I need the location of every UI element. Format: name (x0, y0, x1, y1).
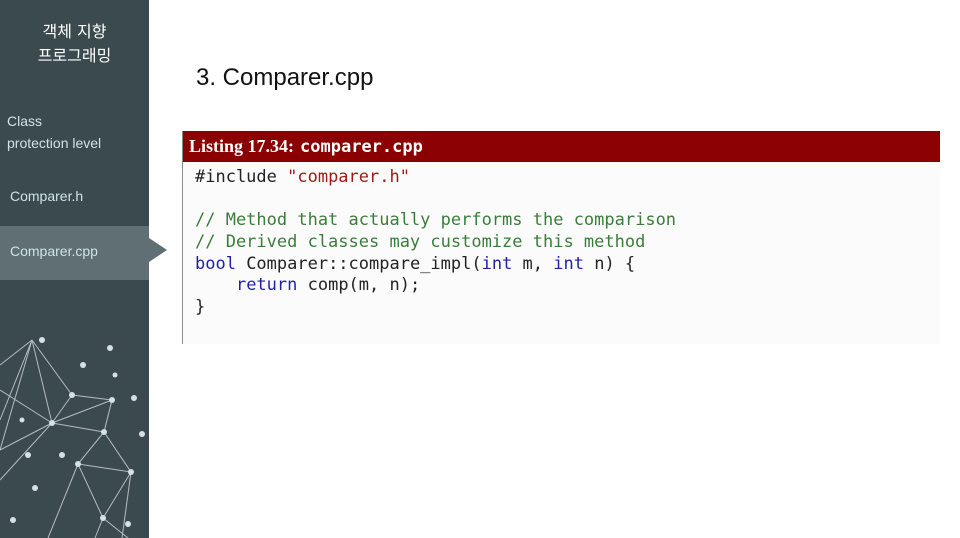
code-block: #include "comparer.h" // Method that act… (183, 162, 940, 344)
code-keyword: int (481, 253, 513, 274)
code-listing: Listing 17.34: comparer.cpp #include "co… (182, 131, 940, 344)
listing-filename: comparer.cpp (300, 136, 423, 157)
sidebar-item-class-protection-level[interactable]: Class protection level (0, 110, 149, 154)
code-token: n) { (583, 253, 636, 274)
code-line: } (195, 297, 206, 318)
code-line: return comp(m, n); (195, 275, 940, 297)
code-keyword: int (553, 253, 584, 274)
code-token: #include (195, 167, 288, 187)
code-keyword: return (235, 275, 298, 296)
code-token: Comparer::compare_impl( (235, 253, 482, 274)
code-string: "comparer.h" (287, 167, 410, 187)
sidebar: 객체 지향 프로그래밍 Class protection level Compa… (0, 0, 149, 538)
slide-title: 3. Comparer.cpp (196, 64, 374, 91)
code-line: #include "comparer.h" (195, 167, 940, 189)
network-decoration-graphic (0, 337, 145, 538)
code-comment: // Method that actually performs the com… (195, 210, 677, 231)
sidebar-item-label: Comparer.h (10, 188, 84, 204)
sidebar-item-comparer-h[interactable]: Comparer.h (0, 185, 149, 207)
sidebar-item-label: Comparer.cpp (10, 243, 98, 259)
code-keyword: bool (195, 253, 236, 274)
sidebar-item-label: Class (7, 113, 43, 129)
sidebar-item-comparer-cpp[interactable]: Comparer.cpp (0, 226, 149, 280)
code-token: comp(m, n); (297, 275, 421, 296)
code-line: bool Comparer::compare_impl(int m, int n… (195, 254, 940, 276)
listing-label: Listing 17.34: (189, 136, 295, 156)
course-title-line-2: 프로그래밍 (37, 46, 112, 65)
code-token: m, (512, 253, 554, 274)
active-item-arrow-icon (149, 238, 167, 262)
course-title: 객체 지향 프로그래밍 (0, 20, 149, 68)
course-title-line-1: 객체 지향 (42, 22, 107, 41)
sidebar-item-label: protection level (7, 135, 102, 151)
code-comment: // Derived classes may customize this me… (195, 232, 646, 253)
listing-header: Listing 17.34: comparer.cpp (183, 131, 940, 162)
